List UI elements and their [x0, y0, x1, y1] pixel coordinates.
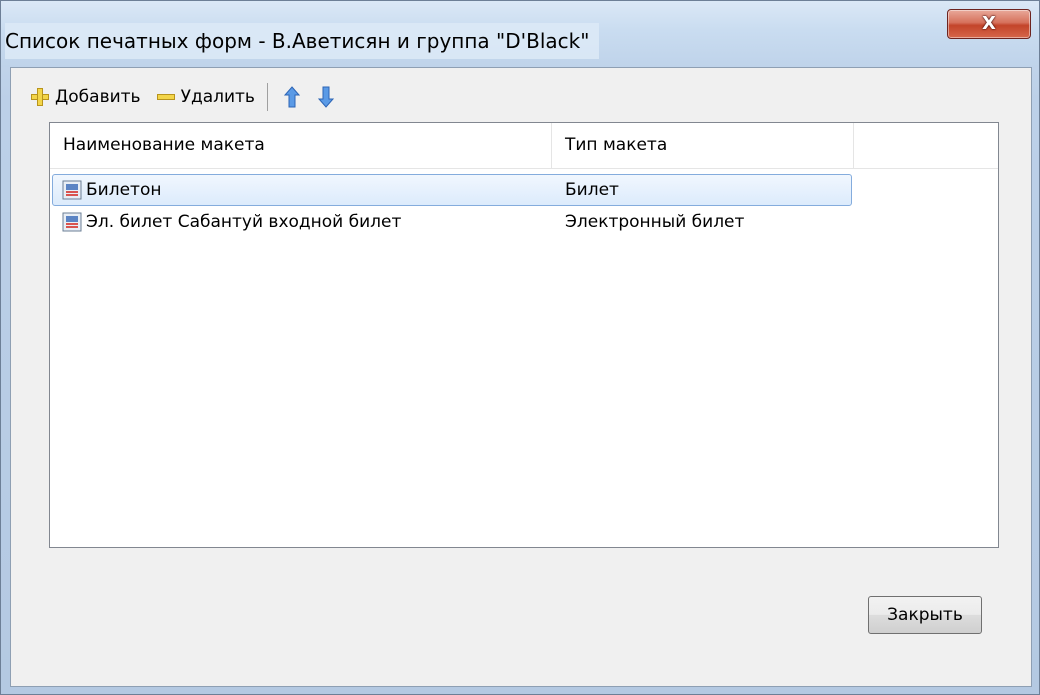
row-name: Эл. билет Сабантуй входной билет: [86, 212, 402, 232]
column-header-name[interactable]: Наименование макета: [50, 123, 552, 168]
title-bar[interactable]: Список печатных форм - В.Аветисян и груп…: [1, 1, 1039, 67]
list-row[interactable]: Эл. билет Сабантуй входной билет Электро…: [50, 206, 998, 238]
add-button-label: Добавить: [55, 87, 141, 107]
row-type: Билет: [565, 180, 619, 200]
window-title: Список печатных форм - В.Аветисян и груп…: [5, 23, 600, 59]
toolbar-separator: [266, 83, 268, 111]
list-header: Наименование макета Тип макета: [50, 123, 998, 169]
column-header-filler: [854, 123, 998, 168]
dialog-window: Список печатных форм - В.Аветисян и груп…: [0, 0, 1040, 695]
document-icon: [62, 180, 82, 200]
row-type: Электронный билет: [565, 212, 745, 232]
close-icon: X: [982, 13, 996, 34]
minus-icon: [156, 88, 175, 106]
plus-icon: [31, 88, 49, 106]
toolbar: Добавить Удалить: [27, 80, 338, 114]
column-header-type[interactable]: Тип макета: [552, 123, 854, 168]
arrow-up-icon: [283, 86, 301, 108]
row-selection-highlight: [52, 174, 852, 206]
print-forms-list[interactable]: Наименование макета Тип макета Билетон Б…: [49, 122, 999, 548]
window-close-button[interactable]: X: [947, 9, 1031, 39]
close-button[interactable]: Закрыть: [868, 596, 982, 634]
list-row[interactable]: Билетон Билет: [50, 174, 998, 206]
row-name: Билетон: [86, 180, 162, 200]
dialog-content: Добавить Удалить Наименование макета Тип…: [10, 67, 1032, 687]
add-button[interactable]: Добавить: [27, 82, 145, 112]
delete-button[interactable]: Удалить: [153, 82, 259, 112]
move-up-button[interactable]: [280, 82, 304, 112]
document-icon: [62, 212, 82, 232]
delete-button-label: Удалить: [180, 87, 255, 107]
arrow-down-icon: [317, 86, 335, 108]
move-down-button[interactable]: [314, 82, 338, 112]
